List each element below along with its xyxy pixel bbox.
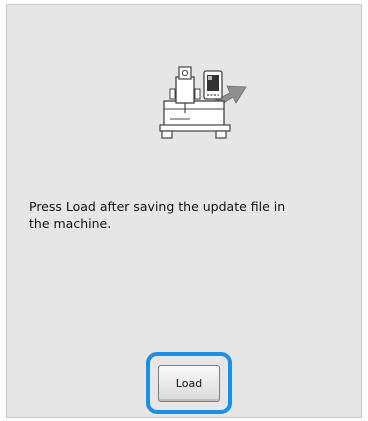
update-dialog: Press Load after saving the update file … (6, 4, 362, 418)
load-button[interactable]: Load (158, 365, 220, 402)
instruction-message: Press Load after saving the update file … (29, 199, 286, 231)
embroidery-machine-update-icon (150, 59, 250, 141)
load-button-focus-ring: Load (146, 352, 232, 414)
